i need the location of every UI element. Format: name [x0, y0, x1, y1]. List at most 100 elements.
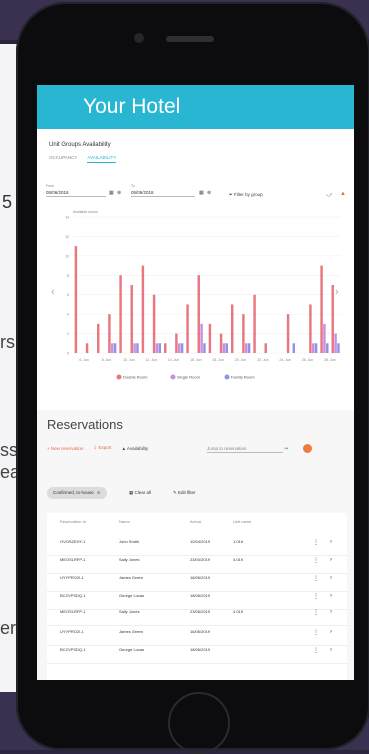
calendar-icon[interactable]: ▦	[109, 190, 114, 196]
row-menu-icon[interactable]: ⋮	[313, 557, 319, 564]
column-header[interactable]: Unit name	[233, 519, 251, 524]
chart-bar	[219, 333, 223, 353]
chart-bar	[74, 246, 78, 353]
from-label: From	[46, 184, 55, 188]
chart-bar	[331, 285, 334, 353]
chart-bar	[242, 314, 245, 353]
column-header[interactable]: Arrival	[190, 519, 201, 524]
chart-bar	[245, 343, 248, 353]
column-header[interactable]: Name	[119, 519, 130, 524]
chart-bar	[200, 323, 203, 353]
edit-filter-button[interactable]: ✎ Edit filter	[173, 490, 196, 496]
chart-bar	[334, 333, 337, 353]
row-open-chevron-icon[interactable]: ›	[330, 575, 332, 581]
flame-icon[interactable]: ▲	[340, 191, 346, 197]
clear-date-icon[interactable]: ⊗	[117, 190, 121, 196]
row-menu-icon[interactable]: ⋮	[313, 629, 319, 636]
table-cell-unit: 4.019	[233, 609, 244, 614]
x-tick-label: 12. Jun	[145, 358, 157, 362]
table-row[interactable]: OVOSZEHY-1 John Smith 10/04/2019 1.016 ⋮ ›	[47, 539, 347, 556]
chart-bar	[323, 323, 326, 353]
chart-bar	[225, 343, 229, 353]
trend-icon[interactable]: ⤻	[326, 192, 332, 199]
reservations-toolbar: + New reservation ⇩ Export ▲ Availabilit…	[47, 445, 148, 451]
app-header: Your Hotel	[37, 85, 354, 129]
row-open-chevron-icon[interactable]: ›	[330, 647, 332, 653]
filter-label: Filter by group	[233, 192, 263, 197]
chart-bar	[180, 343, 184, 353]
table-row[interactable]: MEOSLRFP-1 Sally Jones 23/04/2019 4.019 ⋮ ›	[47, 557, 347, 574]
row-menu-icon[interactable]: ⋮	[313, 609, 319, 616]
chart-bar	[155, 343, 159, 353]
row-open-chevron-icon[interactable]: ›	[330, 609, 332, 615]
table-cell-id: BCZVPSDQ-1	[60, 593, 86, 598]
chip-close-icon[interactable]: ⊗	[97, 490, 101, 495]
column-header[interactable]: Reservation Id	[60, 519, 86, 524]
to-date-field[interactable]: 05/06/2018	[131, 190, 195, 197]
table-cell-name: James Green	[119, 575, 144, 580]
x-tick-label: 14. Jun	[168, 358, 180, 362]
row-menu-icon[interactable]: ⋮	[313, 575, 319, 582]
availability-tabs: OCCUPANCY AVAILABILITY	[49, 155, 117, 163]
chart-bar	[130, 285, 133, 353]
legend-swatch	[224, 374, 230, 380]
table-row[interactable]: UYYPRO2I-1 James Green 16/06/2019 ⋮ ›	[47, 629, 347, 646]
y-tick-label: 14	[65, 216, 69, 220]
clear-all-button[interactable]: ▦ Clear all	[129, 490, 151, 496]
table-cell-id: MEOSLRFP-1	[60, 557, 86, 562]
chart-bar	[97, 323, 100, 353]
new-reservation-button[interactable]: + New reservation	[47, 446, 83, 451]
x-tick-label: 20. Jun	[235, 358, 247, 362]
jump-to-reservation-input[interactable]: Jump to reservation	[207, 446, 283, 453]
x-tick-label: 6. Jun	[79, 358, 89, 362]
table-cell-unit: 1.016	[233, 539, 244, 544]
chart-bar	[197, 275, 200, 353]
filter-by-group[interactable]: ⏷ Filter by group	[229, 192, 263, 197]
status-filter-chip[interactable]: Confirmed, In-house ⊗	[47, 487, 107, 499]
availability-button[interactable]: ▲ Availability	[121, 446, 148, 451]
table-row[interactable]: UYYPRO2I-1 James Green 16/06/2019 ⋮ ›	[47, 575, 347, 592]
row-open-chevron-icon[interactable]: ›	[330, 557, 332, 563]
y-tick-label: 12	[65, 235, 69, 239]
table-cell-arrival: 18/06/2019	[190, 647, 211, 652]
tab-availability[interactable]: AVAILABILITY	[87, 155, 117, 163]
table-row[interactable]: MEOSLRFP-1 Sally Jones 23/06/2019 4.019 ⋮ ›	[47, 609, 347, 626]
x-tick-label: 22. Jun	[257, 358, 269, 362]
table-cell-name: George Lucas	[119, 647, 145, 652]
chart-bar	[158, 343, 162, 353]
table-cell-id: BCZVPSDQ-1	[60, 647, 86, 652]
table-cell-arrival: 23/06/2019	[190, 609, 211, 614]
row-open-chevron-icon[interactable]: ›	[330, 593, 332, 599]
clear-date-icon[interactable]: ⊗	[207, 190, 211, 196]
tab-occupancy[interactable]: OCCUPANCY	[49, 155, 77, 163]
y-tick-label: 10	[65, 254, 69, 258]
row-open-chevron-icon[interactable]: ›	[330, 539, 332, 545]
from-date-field[interactable]: 05/06/2018	[46, 190, 106, 197]
table-cell-name: James Green	[119, 629, 144, 634]
home-button[interactable]	[168, 692, 230, 754]
availability-section-title: Unit Groups Availability	[49, 142, 111, 148]
x-tick-label: 24. Jun	[279, 358, 291, 362]
chart-bar	[312, 343, 315, 353]
table-row[interactable]: BCZVPSDQ-1 George Lucas 18/06/2019 ⋮ ›	[47, 647, 347, 664]
row-menu-icon[interactable]: ⋮	[313, 593, 319, 600]
row-menu-icon[interactable]: ⋮	[313, 539, 319, 546]
chart-bar	[208, 323, 212, 353]
export-button[interactable]: ⇩ Export	[93, 445, 111, 451]
chart-bar	[231, 304, 234, 353]
x-tick-label: 18. Jun	[212, 358, 224, 362]
x-tick-label: 26. Jun	[302, 358, 314, 362]
row-open-chevron-icon[interactable]: ›	[330, 629, 332, 635]
y-axis-label: Available rooms	[73, 210, 98, 214]
background-text-fragment: rs	[0, 332, 15, 352]
table-cell-id: UYYPRO2I-1	[60, 575, 84, 580]
chart-bar	[222, 343, 226, 353]
chart-bar	[326, 343, 329, 353]
calendar-icon[interactable]: ▦	[199, 190, 204, 196]
chart-bar	[253, 294, 256, 353]
background-number: 5	[2, 192, 13, 212]
row-menu-icon[interactable]: ⋮	[313, 647, 319, 654]
go-arrow-icon[interactable]: ⇒	[284, 446, 288, 452]
table-row[interactable]: BCZVPSDQ-1 George Lucas 18/06/2019 ⋮ ›	[47, 593, 347, 610]
chart-bar	[314, 343, 318, 353]
